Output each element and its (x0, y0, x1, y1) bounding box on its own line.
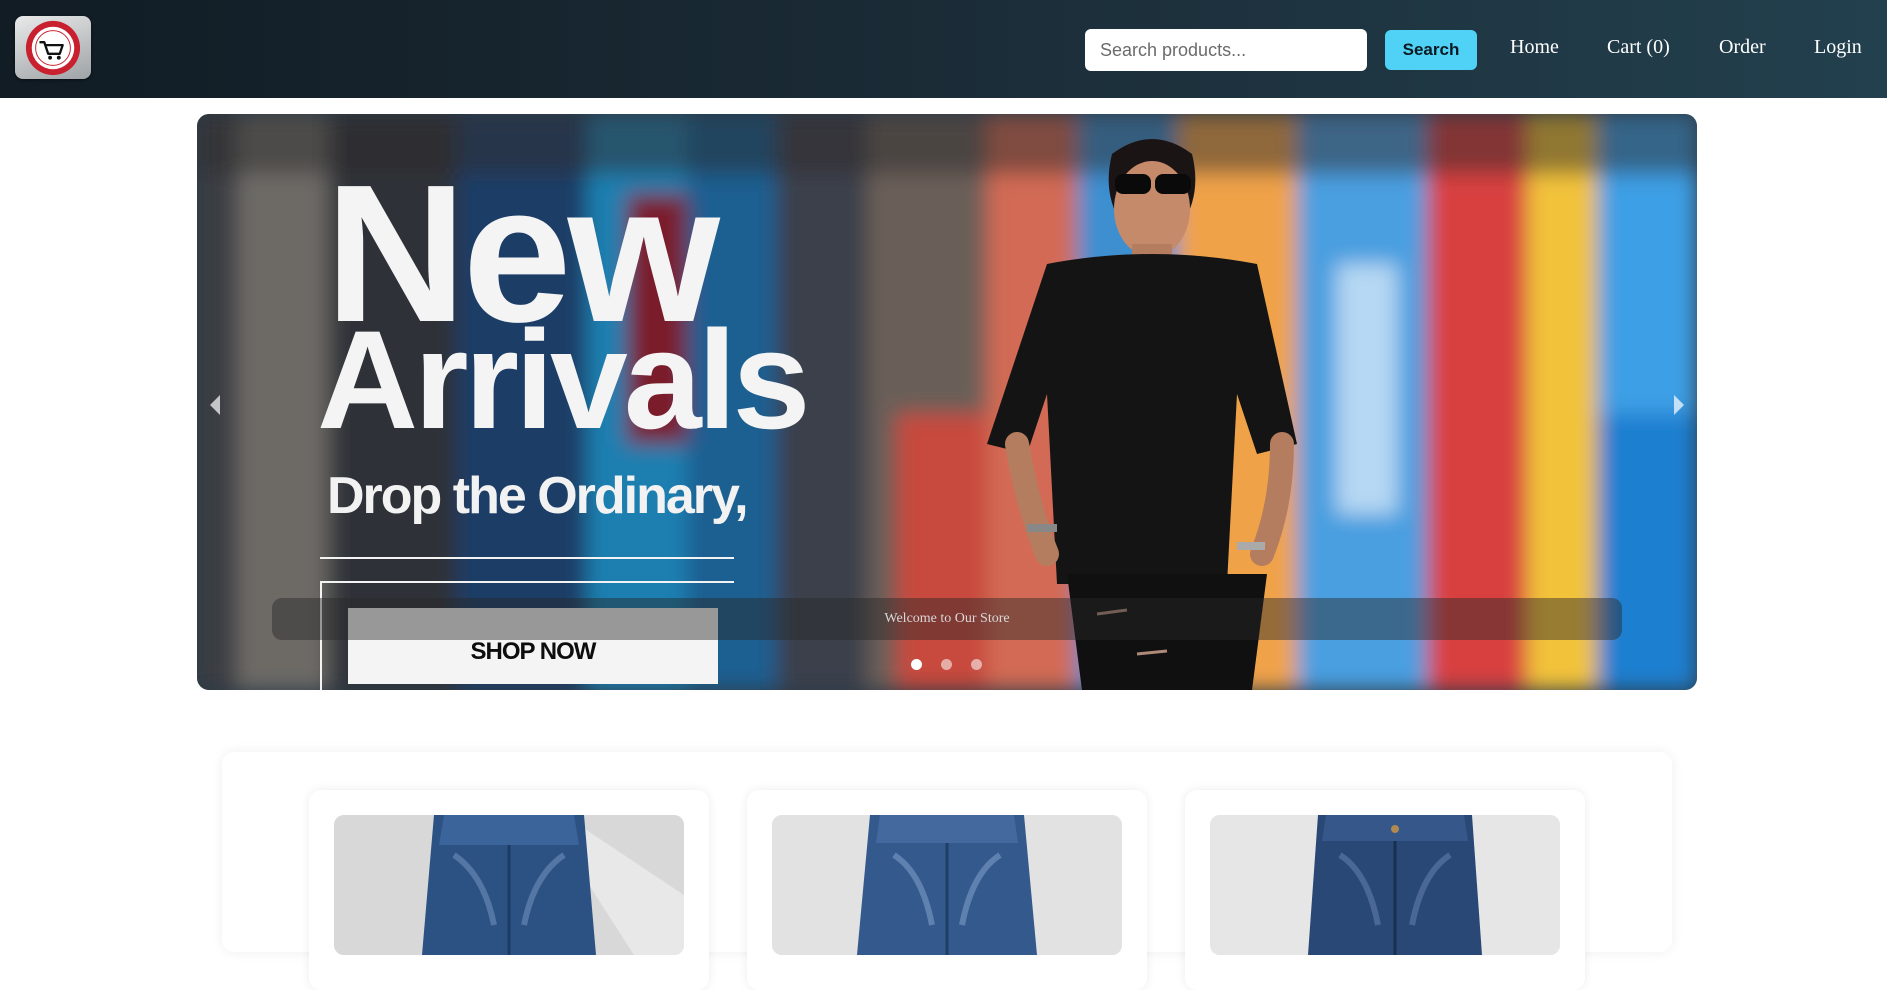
hero-title-line2: Arrivals (317, 301, 810, 458)
nav-order-link[interactable]: Order (1719, 36, 1766, 59)
nav-cart-link[interactable]: Cart (0) (1607, 36, 1670, 59)
chevron-right-icon (1674, 395, 1684, 415)
product-image[interactable] (772, 815, 1122, 955)
product-image[interactable] (334, 815, 684, 955)
product-card[interactable] (747, 790, 1147, 990)
store-logo[interactable] (15, 16, 91, 79)
carousel-indicators (911, 659, 982, 670)
hero-divider-bottom (320, 581, 734, 583)
nav-home-link[interactable]: Home (1510, 36, 1559, 59)
denim-shorts-icon (334, 815, 684, 955)
hero-carousel: New Arrivals Drop the Ordinary, SHOP NOW… (197, 114, 1697, 690)
chevron-left-icon (210, 395, 220, 415)
nav-login-link[interactable]: Login (1814, 36, 1862, 59)
hero-subtitle: Drop the Ordinary, (327, 467, 749, 525)
denim-shorts-icon (1210, 815, 1560, 955)
carousel-dot-2[interactable] (941, 659, 952, 670)
search-button[interactable]: Search (1385, 30, 1477, 70)
product-card[interactable] (1185, 790, 1585, 990)
product-card[interactable] (309, 790, 709, 990)
cart-logo-icon (25, 20, 81, 75)
carousel-caption: Welcome to Our Store (272, 598, 1622, 640)
denim-shorts-icon (772, 815, 1122, 955)
carousel-dot-3[interactable] (971, 659, 982, 670)
hero-divider-top (320, 557, 734, 559)
product-image[interactable] (1210, 815, 1560, 955)
carousel-dot-1[interactable] (911, 659, 922, 670)
navbar: Search Home Cart (0) Order Login (0, 0, 1887, 98)
caption-text: Welcome to Our Store (884, 611, 1010, 626)
search-input[interactable] (1085, 29, 1367, 71)
carousel-prev-button[interactable] (203, 390, 227, 420)
carousel-next-button[interactable] (1667, 390, 1691, 420)
